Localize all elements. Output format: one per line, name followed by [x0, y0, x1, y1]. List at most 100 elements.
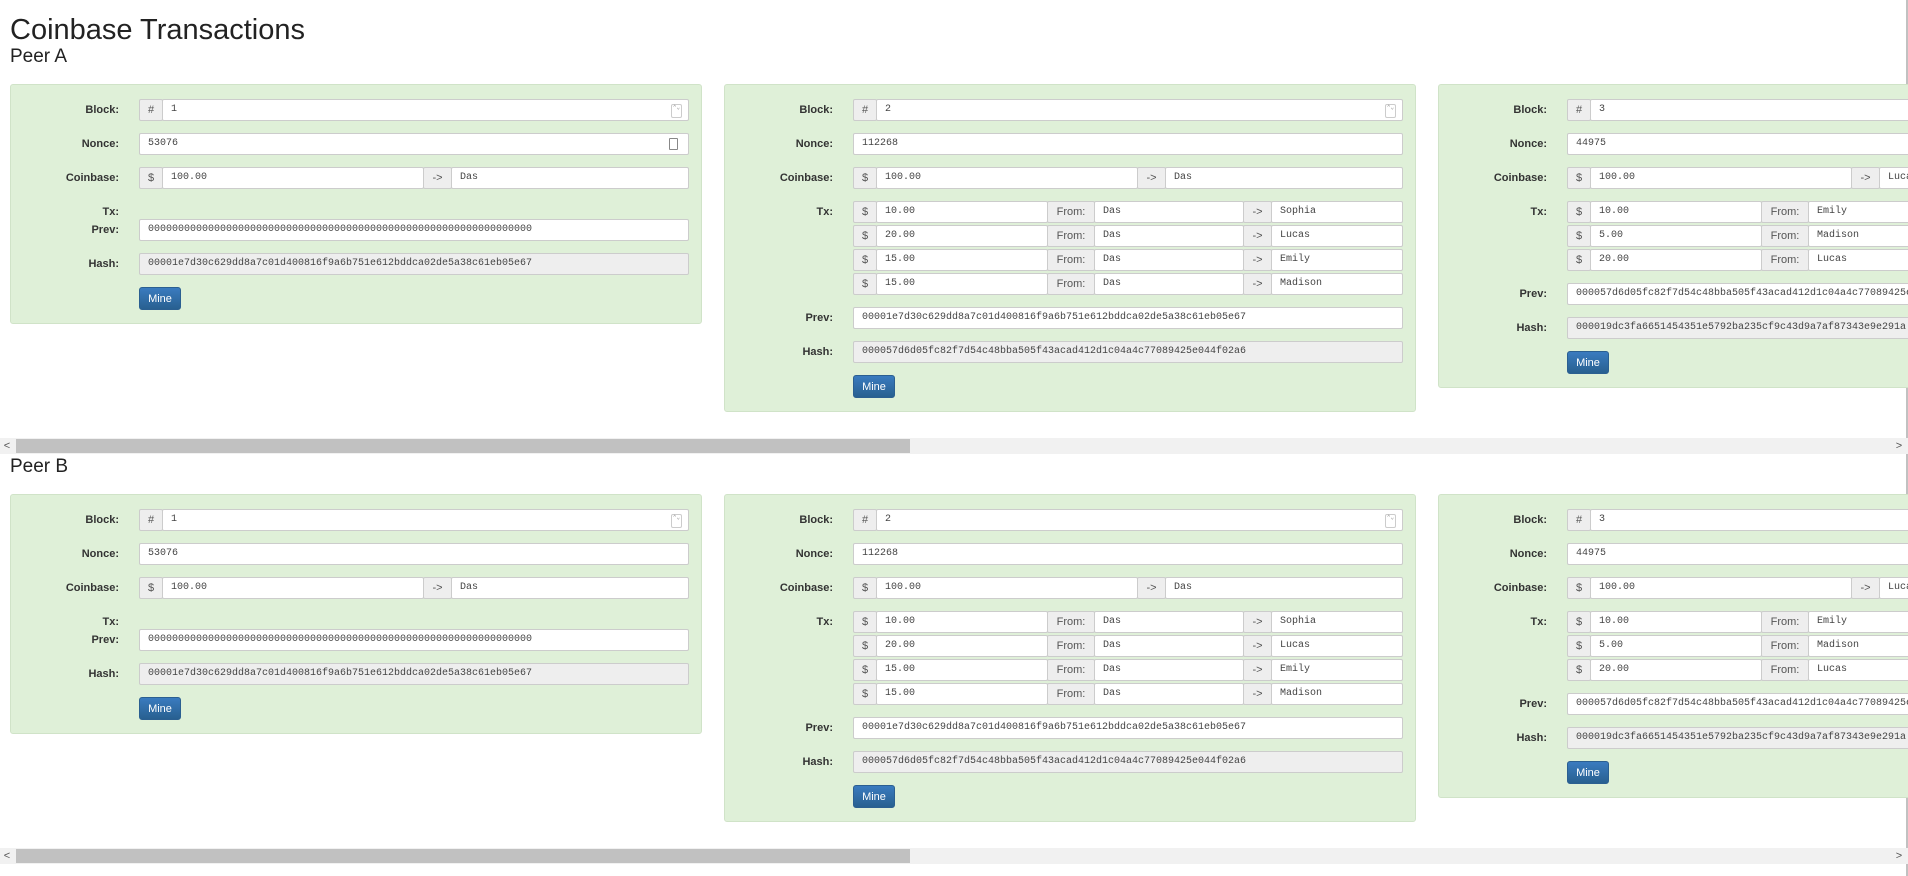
scrollbar-thumb[interactable]: [16, 439, 910, 453]
coinbase-value-input[interactable]: 100.00: [162, 167, 424, 189]
coinbase-to-input[interactable]: Das: [1165, 167, 1403, 189]
tx-to-input[interactable]: Lucas: [1271, 225, 1403, 247]
nonce-input[interactable]: 53076: [139, 543, 689, 565]
from-addon: From:: [1047, 201, 1095, 223]
tx-from-input[interactable]: Madison: [1808, 635, 1908, 657]
coinbase-to-input[interactable]: Lucas: [1879, 167, 1908, 189]
tx-value-input[interactable]: 20.00: [1590, 249, 1762, 271]
tx-from-input[interactable]: Madison: [1808, 225, 1908, 247]
mine-button[interactable]: Mine: [853, 375, 895, 398]
tx-value-input[interactable]: 10.00: [1590, 611, 1762, 633]
tx-from-input[interactable]: Das: [1094, 683, 1244, 705]
coinbase-to-input[interactable]: Das: [1165, 577, 1403, 599]
block-number-input[interactable]: 2 ⌃⌄: [876, 99, 1403, 121]
scrollbar-thumb[interactable]: [16, 849, 910, 863]
number-spinner-icon[interactable]: ⌃⌄: [671, 514, 682, 528]
tx-value-input[interactable]: 10.00: [1590, 201, 1762, 223]
prev-hash-input[interactable]: 0000000000000000000000000000000000000000…: [139, 629, 689, 651]
coinbase-value-input[interactable]: 100.00: [876, 577, 1138, 599]
tx-label: Tx:: [102, 206, 120, 218]
scroll-right-icon[interactable]: >: [1892, 438, 1906, 454]
coinbase-value-input[interactable]: 100.00: [162, 577, 424, 599]
nonce-input[interactable]: 44975: [1567, 543, 1908, 565]
tx-from-input[interactable]: Das: [1094, 635, 1244, 657]
tx-from-input[interactable]: Emily: [1808, 611, 1908, 633]
tx-value-input[interactable]: 20.00: [876, 635, 1048, 657]
tx-to-input[interactable]: Madison: [1271, 273, 1403, 295]
mine-button[interactable]: Mine: [1567, 761, 1609, 784]
prev-hash-input[interactable]: 000057d6d05fc82f7d54c48bba505f43acad412d…: [1567, 693, 1908, 715]
tx-value-input[interactable]: 20.00: [876, 225, 1048, 247]
tx-value-input[interactable]: 15.00: [876, 273, 1048, 295]
nonce-input[interactable]: 53076: [139, 133, 689, 155]
peer-blockchain: Block: #1 ⌃⌄ Nonce: 53076 Coinbase: $100.00 -> D…: [0, 84, 1908, 444]
hash-output: 00001e7d30c629dd8a7c01d400816f9a6b751e61…: [139, 253, 689, 275]
mine-button[interactable]: Mine: [139, 287, 181, 310]
tx-from-input[interactable]: Lucas: [1808, 249, 1908, 271]
tx-from-input[interactable]: Das: [1094, 611, 1244, 633]
tx-to-input[interactable]: Madison: [1271, 683, 1403, 705]
tx-from-input[interactable]: Emily: [1808, 201, 1908, 223]
tx-value-input[interactable]: 15.00: [876, 683, 1048, 705]
tx-from-input[interactable]: Das: [1094, 273, 1244, 295]
prev-hash-input[interactable]: 00001e7d30c629dd8a7c01d400816f9a6b751e61…: [853, 717, 1403, 739]
coinbase-value-input[interactable]: 100.00: [1590, 167, 1852, 189]
nonce-input[interactable]: 112268: [853, 543, 1403, 565]
block-number-input[interactable]: 2 ⌃⌄: [876, 509, 1403, 531]
nonce-input[interactable]: 44975: [1567, 133, 1908, 155]
prev-label: Prev:: [91, 224, 119, 236]
dollar-addon: $: [853, 659, 877, 681]
tx-to-input[interactable]: Lucas: [1271, 635, 1403, 657]
tx-from-input[interactable]: Das: [1094, 225, 1244, 247]
number-spinner-icon[interactable]: ⌃⌄: [1385, 514, 1396, 528]
tx-from-input[interactable]: Lucas: [1808, 659, 1908, 681]
block-number-input[interactable]: 1 ⌃⌄: [162, 99, 689, 121]
coinbase-value-input[interactable]: 100.00: [876, 167, 1138, 189]
tx-to-input[interactable]: Emily: [1271, 249, 1403, 271]
calculator-icon[interactable]: [669, 138, 678, 150]
horizontal-scrollbar[interactable]: < >: [0, 848, 1908, 864]
block-number-input[interactable]: 3⌃⌄: [1590, 509, 1908, 531]
scroll-left-icon[interactable]: <: [0, 848, 14, 864]
tx-from-input[interactable]: Das: [1094, 249, 1244, 271]
dollar-addon: $: [1567, 577, 1591, 599]
mine-button[interactable]: Mine: [1567, 351, 1609, 374]
number-spinner-icon[interactable]: ⌃⌄: [1385, 104, 1396, 118]
tx-value-input[interactable]: 10.00: [876, 201, 1048, 223]
prev-hash-input[interactable]: 000057d6d05fc82f7d54c48bba505f43acad412d…: [1567, 283, 1908, 305]
tx-value-input[interactable]: 5.00: [1590, 225, 1762, 247]
scroll-right-icon[interactable]: >: [1892, 848, 1906, 864]
tx-value-input[interactable]: 15.00: [876, 249, 1048, 271]
block-card: Block: #1 ⌃⌄ Nonce: 53076 Coinbase: $100.00 -> D…: [10, 84, 702, 324]
hash-sign-addon: #: [1567, 509, 1591, 531]
arrow-addon: ->: [1243, 611, 1272, 633]
block-number-input[interactable]: 1 ⌃⌄: [162, 509, 689, 531]
dollar-addon: $: [1567, 167, 1591, 189]
coinbase-to-input[interactable]: Das: [451, 167, 689, 189]
dollar-addon: $: [853, 635, 877, 657]
tx-to-input[interactable]: Emily: [1271, 659, 1403, 681]
prev-hash-input[interactable]: 00001e7d30c629dd8a7c01d400816f9a6b751e61…: [853, 307, 1403, 329]
tx-value-input[interactable]: 15.00: [876, 659, 1048, 681]
tx-label: Tx:: [816, 616, 834, 628]
mine-button[interactable]: Mine: [139, 697, 181, 720]
tx-value-input[interactable]: 20.00: [1590, 659, 1762, 681]
mine-button[interactable]: Mine: [853, 785, 895, 808]
coinbase-to-input[interactable]: Das: [451, 577, 689, 599]
tx-to-input[interactable]: Sophia: [1271, 201, 1403, 223]
tx-from-input[interactable]: Das: [1094, 659, 1244, 681]
coinbase-to-input[interactable]: Lucas: [1879, 577, 1908, 599]
prev-hash-input[interactable]: 0000000000000000000000000000000000000000…: [139, 219, 689, 241]
block-number-input[interactable]: 3⌃⌄: [1590, 99, 1908, 121]
scroll-left-icon[interactable]: <: [0, 438, 14, 454]
tx-from-input[interactable]: Das: [1094, 201, 1244, 223]
horizontal-scrollbar[interactable]: < >: [0, 438, 1908, 454]
tx-to-input[interactable]: Sophia: [1271, 611, 1403, 633]
nonce-label: Nonce:: [1509, 138, 1547, 150]
block-card: Block:#3⌃⌄Nonce:44975Coinbase:$100.00->L…: [1438, 84, 1908, 388]
tx-value-input[interactable]: 10.00: [876, 611, 1048, 633]
nonce-input[interactable]: 112268: [853, 133, 1403, 155]
tx-value-input[interactable]: 5.00: [1590, 635, 1762, 657]
coinbase-value-input[interactable]: 100.00: [1590, 577, 1852, 599]
number-spinner-icon[interactable]: ⌃⌄: [671, 104, 682, 118]
